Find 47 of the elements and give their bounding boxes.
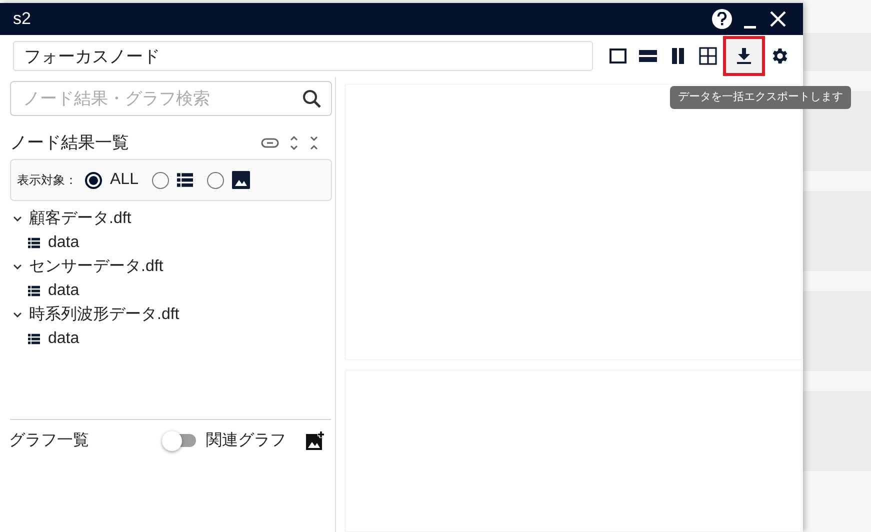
close-button[interactable]	[768, 9, 788, 29]
tree-label: data	[48, 233, 80, 253]
toggle-label: 関連グラフ	[206, 430, 286, 450]
tree-label: センサーデータ.dft	[29, 257, 164, 277]
tree-label: 時系列波形データ.dft	[29, 304, 180, 325]
download-button[interactable]	[723, 36, 765, 76]
grid-icon	[699, 47, 717, 65]
tree-item[interactable]: data	[10, 231, 331, 255]
add-image-icon[interactable]	[306, 431, 325, 450]
radio-button[interactable]	[152, 172, 170, 188]
tree-item[interactable]: 顧客データ.dft	[10, 207, 331, 231]
section-title: ノード結果一覧	[10, 132, 129, 154]
toggle-switch[interactable]	[162, 430, 196, 450]
rows-icon	[639, 47, 657, 65]
single-pane-icon	[609, 47, 627, 65]
tree-item[interactable]: data	[10, 279, 331, 303]
tree-item[interactable]: 時系列波形データ.dft	[10, 303, 331, 327]
section-title: グラフ一覧	[9, 430, 89, 450]
list-icon	[177, 172, 194, 188]
minimize-icon	[744, 26, 756, 29]
list-icon	[28, 237, 40, 249]
tooltip: データを一括エクスポートします	[670, 86, 851, 108]
columns-icon	[671, 47, 685, 65]
help-icon	[717, 12, 727, 26]
tree-item[interactable]: センサーデータ.dft	[10, 255, 331, 279]
tree-item[interactable]: data	[10, 327, 331, 351]
list-icon	[28, 333, 40, 345]
focus-node-field[interactable]: フォーカスノード	[13, 41, 593, 71]
collapse-all-icon[interactable]	[309, 135, 319, 151]
radio-button[interactable]	[85, 172, 102, 188]
help-button[interactable]	[712, 9, 732, 29]
window-title: s2	[13, 8, 31, 30]
option-label: ALL	[110, 170, 138, 190]
radio-button[interactable]	[207, 172, 224, 188]
search-icon	[302, 89, 322, 109]
tree-label: 顧客データ.dft	[29, 208, 132, 229]
list-icon	[28, 285, 40, 297]
search-field[interactable]: ノード結果・グラフ検索	[10, 81, 332, 116]
tree-label: data	[48, 329, 80, 349]
settings-icon	[770, 46, 790, 66]
image-icon	[232, 171, 250, 189]
filter-label: 表示対象：	[17, 172, 77, 189]
tree-label: data	[48, 281, 80, 301]
close-icon	[770, 11, 786, 27]
expand-all-icon[interactable]	[289, 135, 299, 151]
download-icon	[735, 47, 753, 65]
link-icon[interactable]	[261, 138, 279, 148]
